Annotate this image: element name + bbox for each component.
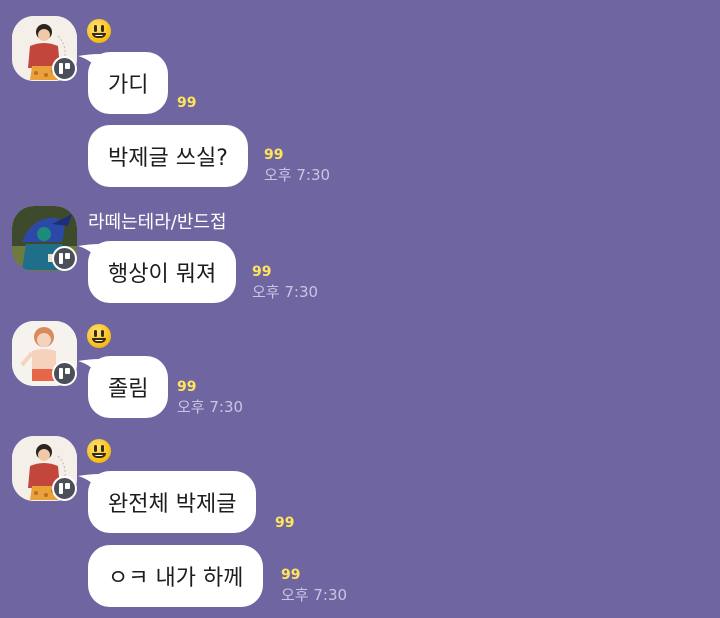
message-bubble[interactable]: ㅇㅋ 내가 하께 bbox=[88, 545, 264, 607]
message-time: 오후 7:30 bbox=[281, 586, 348, 604]
sender-name: 라떼는테라/반드접 bbox=[88, 212, 227, 233]
unread-count: 99 bbox=[177, 95, 197, 111]
message-time: 오후 7:30 bbox=[177, 398, 244, 416]
grinning-face-icon bbox=[87, 19, 111, 43]
message-time: 오후 7:30 bbox=[252, 283, 319, 301]
message-bubble[interactable]: 박제글 쓰실? bbox=[88, 125, 248, 187]
message-meta: 99 오후 7:30 bbox=[264, 147, 330, 185]
unread-count: 99 bbox=[275, 515, 295, 531]
unread-count: 99 bbox=[177, 379, 197, 395]
profile-badge-icon bbox=[52, 361, 77, 386]
message-bubble[interactable]: 완전체 박제글 bbox=[88, 471, 257, 533]
message-text: 가디 bbox=[108, 73, 149, 98]
unread-count: 99 bbox=[252, 264, 272, 280]
message-meta: 99 오후 7:30 bbox=[281, 567, 347, 605]
message-meta: 99 오후 7:30 bbox=[252, 264, 318, 302]
profile-badge-icon bbox=[52, 246, 77, 271]
message-bubble[interactable]: 행상이 뭐져 bbox=[88, 241, 237, 303]
unread-count: 99 bbox=[281, 567, 301, 583]
profile-badge-icon bbox=[52, 476, 77, 501]
message-text: ㅇㅋ 내가 하께 bbox=[108, 566, 244, 591]
message-text: 행상이 뭐져 bbox=[108, 262, 217, 287]
message-meta: 99 오후 7:30 bbox=[177, 379, 243, 417]
grinning-face-icon bbox=[87, 324, 111, 348]
message-meta: 99 bbox=[177, 95, 196, 111]
profile-badge-icon bbox=[52, 56, 77, 81]
message-bubble[interactable]: 가디 bbox=[88, 52, 169, 114]
message-text: 졸림 bbox=[108, 377, 149, 402]
message-meta: 99 bbox=[275, 515, 294, 531]
grinning-face-icon bbox=[87, 439, 111, 463]
message-text: 완전체 박제글 bbox=[108, 492, 237, 517]
message-text: 박제글 쓰실? bbox=[108, 146, 228, 171]
message-bubble[interactable]: 졸림 bbox=[88, 356, 169, 418]
unread-count: 99 bbox=[264, 147, 284, 163]
message-time: 오후 7:30 bbox=[264, 166, 331, 184]
